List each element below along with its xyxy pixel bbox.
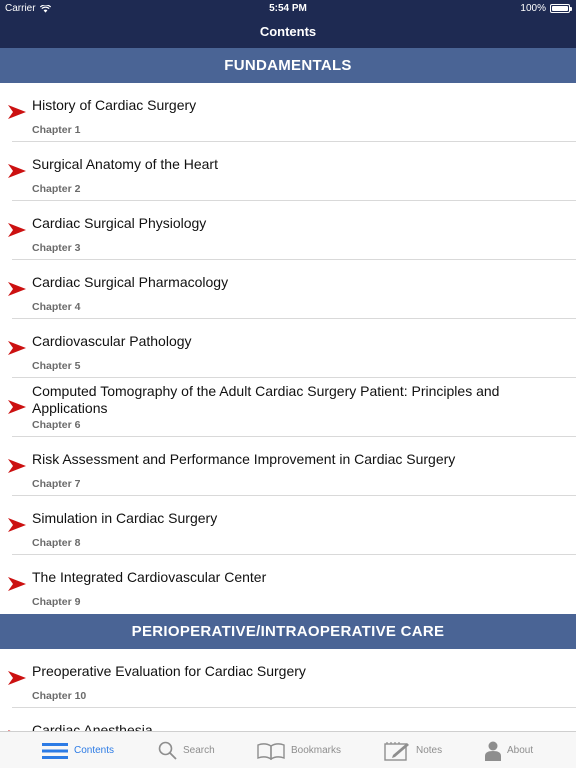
chapter-title: Cardiac Surgical Physiology xyxy=(32,215,207,231)
chapter-title: The Integrated Cardiovascular Center xyxy=(32,569,267,585)
page-title: Contents xyxy=(259,24,317,39)
chapter-arrow-icon xyxy=(8,341,26,355)
person-icon xyxy=(485,741,501,761)
chapter-title: Surgical Anatomy of the Heart xyxy=(32,156,218,172)
chapter-number: Chapter 7 xyxy=(32,478,81,490)
chapter-title: Cardiac Anesthesia xyxy=(32,722,153,731)
chapter-number: Chapter 5 xyxy=(32,360,81,372)
list-item[interactable]: Cardiovascular Pathology Chapter 5 xyxy=(0,319,576,378)
battery-icon xyxy=(550,4,572,13)
chapter-number: Chapter 8 xyxy=(32,537,81,549)
notes-icon xyxy=(384,741,409,761)
tab-notes[interactable]: Notes xyxy=(384,732,442,768)
chapter-title: Risk Assessment and Performance Improvem… xyxy=(32,451,456,467)
tab-about[interactable]: About xyxy=(485,732,533,768)
list-item[interactable]: Cardiac Surgical Pharmacology Chapter 4 xyxy=(0,260,576,319)
section-header: PERIOPERATIVE/INTRAOPERATIVE CARE xyxy=(0,614,576,649)
status-bar: Carrier 5:54 PM 100% xyxy=(0,0,576,17)
list-item[interactable]: The Integrated Cardiovascular Center Cha… xyxy=(0,555,576,614)
tab-bar: Contents Search Bookmarks Notes About xyxy=(0,731,576,768)
chapter-arrow-icon xyxy=(8,400,26,414)
chapter-number: Chapter 1 xyxy=(32,124,81,136)
tab-label: Notes xyxy=(416,745,443,756)
chapter-arrow-icon xyxy=(8,105,26,119)
search-icon xyxy=(158,741,177,760)
battery-percent: 100% xyxy=(520,3,546,14)
chapter-number: Chapter 2 xyxy=(32,183,81,195)
chapter-number: Chapter 6 xyxy=(32,419,81,431)
chapter-title: Computed Tomography of the Adult Cardiac… xyxy=(32,383,500,416)
list-item[interactable]: Cardiac Surgical Physiology Chapter 3 xyxy=(0,201,576,260)
tab-search[interactable]: Search xyxy=(158,732,215,768)
chapter-arrow-icon xyxy=(8,282,26,296)
section-header: FUNDAMENTALS xyxy=(0,48,576,83)
chapter-arrow-icon xyxy=(8,164,26,178)
chapter-title: Preoperative Evaluation for Cardiac Surg… xyxy=(32,663,306,679)
list-item[interactable]: Computed Tomography of the Adult Cardiac… xyxy=(0,378,576,437)
tab-label: Search xyxy=(183,745,215,756)
chapter-title: History of Cardiac Surgery xyxy=(32,97,197,113)
chapter-number: Chapter 4 xyxy=(32,301,81,313)
chapter-number: Chapter 9 xyxy=(32,596,81,608)
list-item[interactable]: Cardiac Anesthesia xyxy=(0,708,576,731)
battery-group: 100% xyxy=(520,3,572,14)
chapter-arrow-icon xyxy=(8,518,26,532)
list-item[interactable]: Surgical Anatomy of the Heart Chapter 2 xyxy=(0,142,576,201)
chapter-title: Cardiac Surgical Pharmacology xyxy=(32,274,229,290)
book-icon xyxy=(257,742,285,760)
tab-label: Bookmarks xyxy=(291,745,342,756)
chapter-title: Cardiovascular Pathology xyxy=(32,333,192,349)
nav-bar: Contents xyxy=(0,17,576,48)
section-title: FUNDAMENTALS xyxy=(224,57,352,74)
chapter-number: Chapter 3 xyxy=(32,242,81,254)
tab-label: About xyxy=(507,745,534,756)
chapter-arrow-icon xyxy=(8,577,26,591)
chapter-title: Simulation in Cardiac Surgery xyxy=(32,510,218,526)
list-item[interactable]: Preoperative Evaluation for Cardiac Surg… xyxy=(0,649,576,708)
contents-list[interactable]: FUNDAMENTALS History of Cardiac Surgery … xyxy=(0,48,576,731)
list-icon xyxy=(42,742,68,759)
tab-bookmarks[interactable]: Bookmarks xyxy=(257,732,341,768)
section-title: PERIOPERATIVE/INTRAOPERATIVE CARE xyxy=(131,623,445,640)
chapter-number: Chapter 10 xyxy=(32,690,87,702)
chapter-arrow-icon xyxy=(8,671,26,685)
tab-label: Contents xyxy=(74,745,115,756)
list-item[interactable]: History of Cardiac Surgery Chapter 1 xyxy=(0,83,576,142)
chapter-arrow-icon xyxy=(8,459,26,473)
chapter-arrow-icon xyxy=(8,223,26,237)
tab-contents[interactable]: Contents xyxy=(42,732,114,768)
list-item[interactable]: Risk Assessment and Performance Improvem… xyxy=(0,437,576,496)
list-item[interactable]: Simulation in Cardiac Surgery Chapter 8 xyxy=(0,496,576,555)
status-time: 5:54 PM xyxy=(269,3,307,14)
